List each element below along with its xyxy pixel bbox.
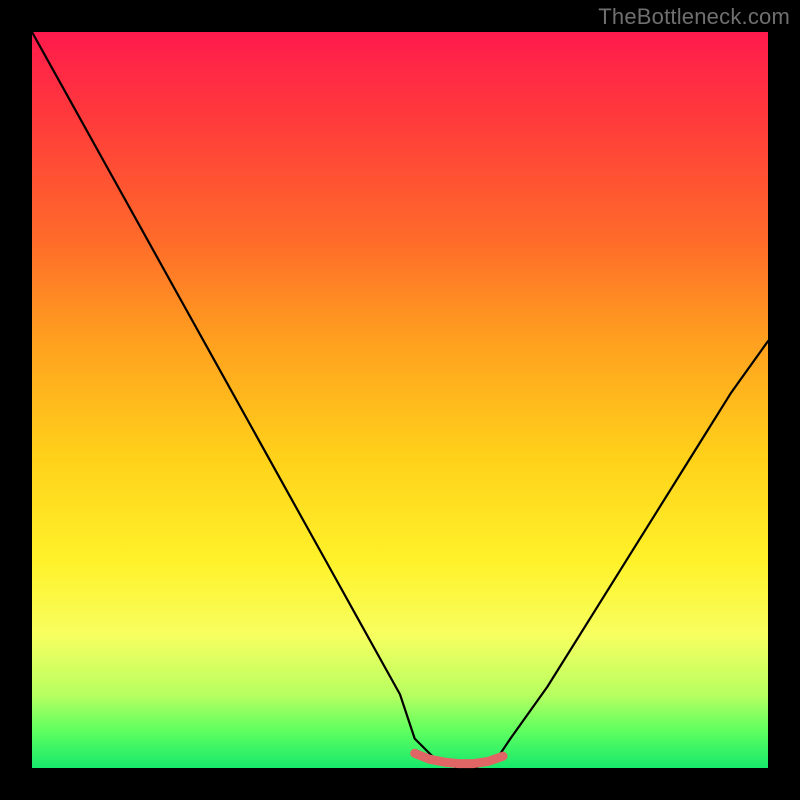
chart-frame: TheBottleneck.com bbox=[0, 0, 800, 800]
bottleneck-curve bbox=[32, 32, 768, 768]
chart-plot bbox=[32, 32, 768, 768]
flat-bottom-highlight bbox=[415, 753, 503, 763]
watermark-text: TheBottleneck.com bbox=[598, 4, 790, 30]
